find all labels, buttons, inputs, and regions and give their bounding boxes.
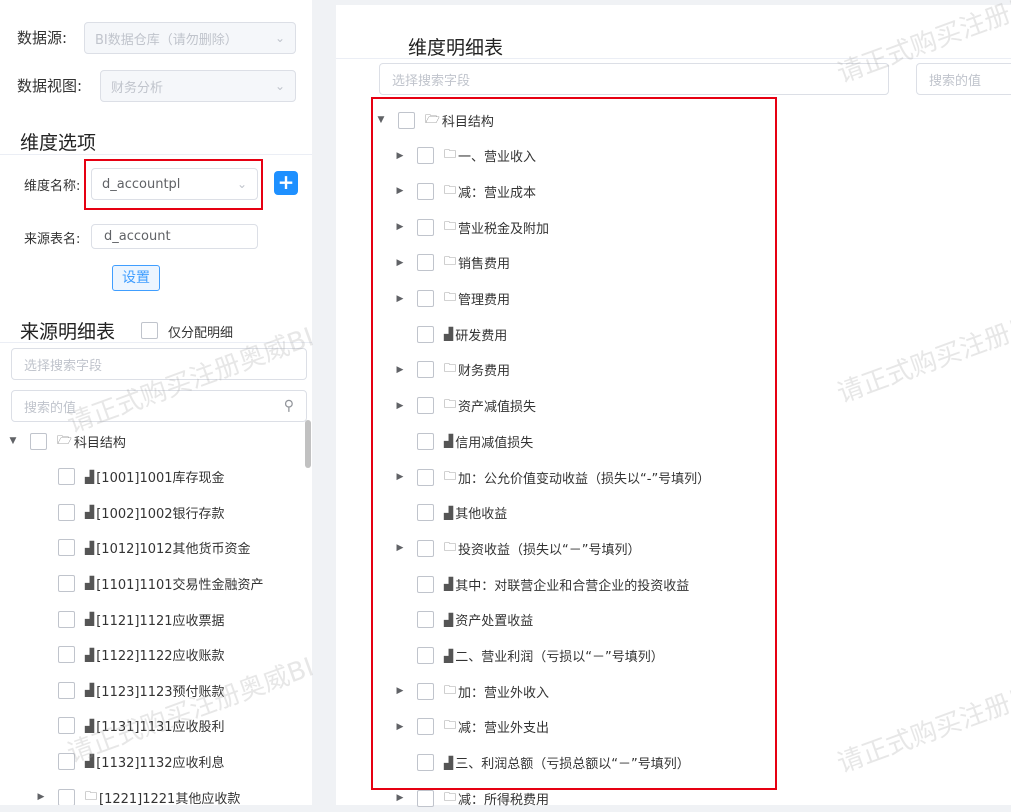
tree-node-checkbox[interactable]	[417, 432, 434, 450]
tree-node[interactable]: ▟ 资产处置收益	[393, 606, 533, 634]
tree-node-checkbox[interactable]	[417, 647, 434, 664]
chart-icon: ▟	[444, 577, 454, 592]
tree-node-label: 减：营业成本	[458, 185, 537, 201]
folder-icon: 🗀	[444, 682, 457, 697]
tree-node-checkbox[interactable]	[417, 290, 434, 307]
folder-icon: 🗀	[444, 539, 457, 554]
chart-icon: ▟	[444, 612, 454, 627]
caret-right-icon[interactable]: ▶	[393, 222, 407, 232]
folder-open-icon: 🗁	[425, 111, 440, 126]
tree-node[interactable]: ▶ 🗀 销售费用	[393, 249, 510, 277]
tree-node-checkbox[interactable]	[417, 147, 434, 165]
tree-node[interactable]: ▶ 🗀 减：所得税费用	[393, 784, 549, 812]
tree-node-checkbox[interactable]	[417, 611, 434, 629]
tree-node-checkbox[interactable]	[417, 718, 434, 736]
tree-node-checkbox[interactable]	[417, 361, 434, 379]
tree-node-checkbox[interactable]	[417, 575, 434, 593]
tree-node[interactable]: ▶ 🗀 加：营业外收入	[393, 677, 549, 705]
chart-icon: ▟	[444, 327, 454, 342]
folder-icon: 🗀	[444, 361, 457, 376]
tree-node[interactable]: ▶ 🗀 管理费用	[393, 285, 510, 313]
caret-right-icon[interactable]: ▶	[393, 401, 407, 411]
chart-icon: ▟	[444, 648, 454, 663]
folder-icon: 🗀	[444, 789, 457, 804]
caret-right-icon[interactable]: ▶	[393, 294, 407, 304]
caret-right-icon[interactable]: ▶	[393, 722, 407, 732]
dimension-tree: ▼ 🗁 科目结构 ▶ 🗀 一、营业收入 ▶ 🗀 减：营业成本 ▶ 🗀 营业税金及附加 ▶ 🗀 销售费用 ▶ 🗀 管…	[0, 0, 1011, 808]
tree-node[interactable]: ▶ 🗀 投资收益（损失以“－”号填列）	[393, 534, 641, 562]
tree-node-checkbox[interactable]	[417, 539, 434, 557]
tree-node-checkbox[interactable]	[417, 754, 434, 772]
folder-icon: 🗀	[444, 218, 457, 233]
tree-node[interactable]: ▟ 三、利润总额（亏损总额以“－”号填列）	[393, 749, 690, 777]
chart-icon: ▟	[444, 505, 454, 520]
tree-node-checkbox[interactable]	[417, 254, 434, 272]
caret-right-icon[interactable]: ▶	[393, 793, 407, 803]
tree-node-label: 其他收益	[455, 507, 508, 523]
caret-right-icon[interactable]: ▶	[393, 543, 407, 553]
folder-icon: 🗀	[444, 254, 457, 269]
folder-icon: 🗀	[444, 182, 457, 197]
tree-node-label: 投资收益（损失以“－”号填列）	[458, 542, 641, 558]
caret-down-icon[interactable]: ▼	[374, 115, 388, 125]
tree-node-checkbox[interactable]	[417, 182, 434, 200]
tree-node-checkbox[interactable]	[417, 468, 434, 486]
tree-node-label: 三、利润总额（亏损总额以“－”号填列）	[455, 757, 690, 773]
caret-right-icon[interactable]: ▶	[393, 258, 407, 268]
tree-node-label: 信用减值损失	[455, 435, 534, 451]
tree-node-label: 管理费用	[458, 293, 511, 308]
tree-node[interactable]: ▟ 研发费用	[393, 320, 507, 348]
tree-node[interactable]: ▶ 🗀 一、营业收入	[393, 142, 536, 170]
caret-right-icon[interactable]: ▶	[393, 151, 407, 161]
tree-node-checkbox[interactable]	[417, 682, 434, 700]
caret-right-icon[interactable]: ▶	[393, 472, 407, 482]
tree-node-label: 减：营业外支出	[458, 721, 550, 737]
tree-node-checkbox[interactable]	[417, 504, 434, 522]
tree-node-checkbox[interactable]	[417, 789, 434, 807]
tree-node[interactable]: ▶ 🗀 营业税金及附加	[393, 213, 549, 241]
tree-node-label: 销售费用	[458, 257, 511, 273]
tree-node-label: 一、营业收入	[458, 150, 537, 166]
tree-node[interactable]: ▶ 🗀 减：营业外支出	[393, 713, 549, 741]
tree-node[interactable]: ▟ 其中：对联营企业和合营企业的投资收益	[393, 570, 689, 598]
folder-icon: 🗀	[444, 147, 457, 162]
folder-icon: 🗀	[444, 468, 457, 483]
folder-icon: 🗀	[444, 718, 457, 733]
tree-node[interactable]: ▟ 二、营业利润（亏损以“－”号填列）	[393, 642, 664, 670]
caret-right-icon[interactable]: ▶	[393, 686, 407, 696]
tree-node-label: 加：营业外收入	[458, 685, 550, 701]
folder-icon: 🗀	[444, 290, 457, 304]
chart-icon: ▟	[444, 434, 454, 449]
tree-node[interactable]: ▶ 🗀 财务费用	[393, 356, 510, 384]
tree-node[interactable]: ▼ 🗁 科目结构	[374, 106, 494, 134]
tree-node[interactable]: ▶ 🗀 资产减值损失	[393, 392, 536, 420]
tree-node-label: 财务费用	[458, 364, 511, 380]
tree-node-label: 二、营业利润（亏损以“－”号填列）	[455, 650, 664, 665]
tree-node[interactable]: ▶ 🗀 加：公允价值变动收益（损失以“-”号填列）	[393, 463, 710, 491]
tree-node-label: 研发费用	[455, 328, 508, 344]
tree-node-label: 科目结构	[441, 114, 494, 130]
tree-node-label: 营业税金及附加	[458, 221, 550, 237]
tree-node-label: 加：公允价值变动收益（损失以“-”号填列）	[458, 471, 711, 487]
tree-node-label: 资产减值损失	[458, 400, 537, 416]
tree-node-label: 其中：对联营企业和合营企业的投资收益	[455, 578, 690, 594]
tree-node-checkbox[interactable]	[417, 397, 434, 415]
caret-right-icon[interactable]: ▶	[393, 365, 407, 375]
caret-right-icon[interactable]: ▶	[393, 186, 407, 196]
tree-node-checkbox[interactable]	[417, 325, 434, 343]
folder-icon: 🗀	[444, 397, 457, 412]
tree-node-checkbox[interactable]	[417, 218, 434, 236]
tree-node-checkbox[interactable]	[398, 111, 415, 129]
tree-node[interactable]: ▶ 🗀 减：营业成本	[393, 177, 536, 205]
tree-node-label: 资产处置收益	[455, 614, 534, 630]
tree-node[interactable]: ▟ 信用减值损失	[393, 427, 533, 455]
tree-node[interactable]: ▟ 其他收益	[393, 499, 507, 527]
chart-icon: ▟	[444, 755, 454, 770]
